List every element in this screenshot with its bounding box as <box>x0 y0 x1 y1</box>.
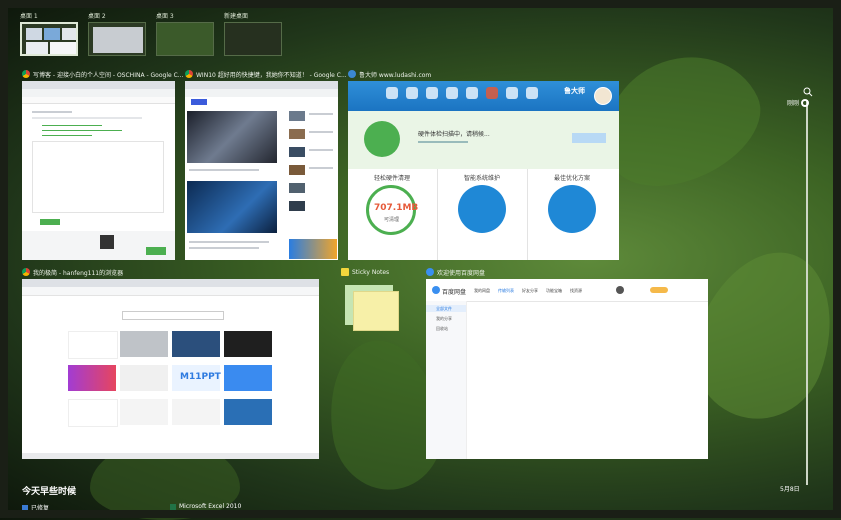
window-title: 鲁大师 www.ludashi.com <box>348 68 431 80</box>
cleanup-panel[interactable]: 轻松硬件清理 707.1MB 可清理 <box>348 169 438 260</box>
ludashi-brand: 鲁大师 <box>564 87 585 95</box>
broom-icon <box>364 121 400 157</box>
desktop-thumbnail[interactable] <box>88 22 146 56</box>
optimize-panel[interactable]: 最佳优化方案 <box>528 169 619 260</box>
avatar[interactable] <box>616 286 624 294</box>
window-title: Sticky Notes <box>341 266 389 278</box>
cleanup-size: 707.1MB <box>374 203 419 213</box>
maintenance-panel[interactable]: 智能系统维护 <box>438 169 528 260</box>
desktop-label: 桌面 1 <box>20 13 38 20</box>
sticky-note[interactable] <box>353 291 399 331</box>
timeline-track[interactable] <box>806 100 808 485</box>
window-thumbnail[interactable]: 鲁大师 硬件体检扫描中，请稍候... 轻松硬件清理 707.1MB 可清理 智能… <box>348 81 619 260</box>
tab-my-netdisk[interactable]: 我的网盘 <box>474 288 490 294</box>
cloud-icon <box>426 268 434 276</box>
toolbar-icon[interactable] <box>386 87 398 99</box>
window-ludashi[interactable]: 鲁大师 www.ludashi.com 鲁大师 硬件体检扫描中，请稍候... 轻… <box>348 70 619 260</box>
toolbar-icon[interactable] <box>406 87 418 99</box>
chrome-icon <box>22 268 30 276</box>
window-title: WIN10 超好用的快捷键，我她你不知道！ - Google C... <box>185 68 347 80</box>
new-desktop-thumbnail[interactable] <box>224 22 282 56</box>
vip-badge[interactable] <box>650 287 668 293</box>
search-icon[interactable] <box>803 82 813 97</box>
monitor-icon <box>458 185 506 233</box>
toolbar-icon[interactable] <box>446 87 458 99</box>
sidebar-item-my-share[interactable]: 我的分享 <box>436 316 452 322</box>
search-input[interactable] <box>122 311 224 320</box>
action-button[interactable] <box>572 133 606 143</box>
scan-status: 硬件体检扫描中，请稍候... <box>418 131 490 138</box>
desktop-label: 桌面 3 <box>156 13 174 20</box>
ludashi-icon <box>348 70 356 78</box>
window-win10-article[interactable]: WIN10 超好用的快捷键，我她你不知道！ - Google C... <box>185 70 347 260</box>
desktop-thumbnail[interactable] <box>20 22 78 56</box>
excel-icon <box>170 503 176 510</box>
tab-toolbox[interactable]: 功能宝箱 <box>546 288 562 294</box>
timeline-item[interactable]: 已修复 <box>22 503 49 512</box>
section-title: 今天早些时候 <box>22 487 77 497</box>
timeline-bottom-label: 5月8日 <box>780 486 800 493</box>
baidu-logo-icon <box>432 286 440 294</box>
new-desktop-label: 新建桌面 <box>224 13 249 20</box>
toolbar-icon[interactable] <box>526 87 538 99</box>
desktop-thumbnail[interactable] <box>156 22 214 56</box>
virtual-desktops-bar: 桌面 1 桌面 2 桌面 3 新建桌面 <box>20 12 282 56</box>
tab-find-resources[interactable]: 找资源 <box>570 288 582 294</box>
netdisk-sidebar: 全部文件 我的分享 回收站 <box>426 301 467 459</box>
desktop-3[interactable]: 桌面 3 <box>156 12 214 56</box>
tab-friend-share[interactable]: 好友分享 <box>522 288 538 294</box>
window-title: 我的极简 - hanfeng111的浏览器 <box>22 266 123 278</box>
window-thumbnail[interactable]: M11PPT <box>22 279 319 459</box>
new-desktop[interactable]: 新建桌面 <box>224 12 282 56</box>
tile-text: M11PPT <box>180 372 221 382</box>
window-oschina[interactable]: 写博客 - 迎接小白的个人空间 - OSCHINA - Google C... <box>22 70 184 260</box>
sidebar-item-all-files[interactable]: 全部文件 <box>436 306 452 312</box>
desktop-2[interactable]: 桌面 2 <box>88 12 146 56</box>
desktop-1[interactable]: 桌面 1 <box>20 12 78 56</box>
rocket-icon <box>548 185 596 233</box>
sticky-notes-icon <box>341 268 349 276</box>
avatar[interactable] <box>594 87 612 105</box>
window-browser[interactable]: 我的极简 - hanfeng111的浏览器 M11PPT <box>22 268 319 459</box>
window-thumbnail[interactable]: 百度网盘 我的网盘 传输列表 好友分享 功能宝箱 找资源 全部文件 我的分享 回… <box>426 279 708 459</box>
toolbar-icon[interactable] <box>486 87 498 99</box>
window-sticky-notes[interactable]: Sticky Notes <box>341 268 403 331</box>
desktop-label: 桌面 2 <box>88 13 106 20</box>
toolbar-icon[interactable] <box>426 87 438 99</box>
tab-transfer-list[interactable]: 传输列表 <box>498 288 514 294</box>
timeline-item[interactable]: Microsoft Excel 2010 <box>170 503 241 510</box>
window-thumbnail[interactable] <box>185 81 338 260</box>
window-title: 欢迎使用百度网盘 <box>426 266 485 278</box>
toolbar-icon[interactable] <box>506 87 518 99</box>
toolbar-icon[interactable] <box>466 87 478 99</box>
document-icon <box>22 504 28 511</box>
timeline-top-label: 刚刚 <box>787 100 800 107</box>
timeline-handle[interactable] <box>801 99 809 107</box>
window-thumbnail[interactable] <box>22 81 175 260</box>
chrome-icon <box>185 70 193 78</box>
sidebar-item-recycle-bin[interactable]: 回收站 <box>436 326 448 332</box>
chrome-icon <box>22 70 30 78</box>
window-baidu-netdisk[interactable]: 欢迎使用百度网盘 百度网盘 我的网盘 传输列表 好友分享 功能宝箱 找资源 全部… <box>426 268 708 459</box>
baidu-logo: 百度网盘 <box>442 289 467 296</box>
window-title: 写博客 - 迎接小白的个人空间 - OSCHINA - Google C... <box>22 68 184 80</box>
